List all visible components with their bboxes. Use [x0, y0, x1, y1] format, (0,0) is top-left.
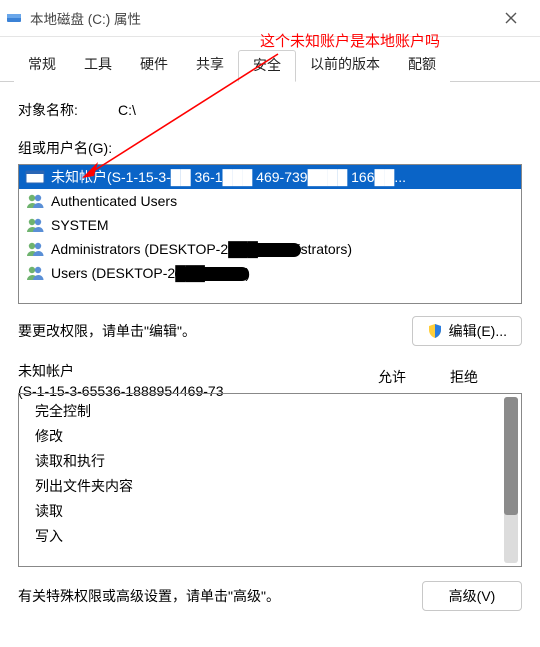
window-title: 本地磁盘 (C:) 属性	[30, 8, 141, 28]
tab-general[interactable]: 常规	[14, 50, 70, 82]
groups-list[interactable]: 未知帐户(S-1-15-3-██ 36-1███ 469-739████ 166…	[18, 164, 522, 304]
edit-button-label: 编辑(E)...	[449, 321, 507, 341]
permission-row: 读取	[35, 498, 521, 523]
drive-icon	[6, 10, 22, 26]
close-button[interactable]	[488, 3, 534, 33]
list-item-label: Administrators (DESKTOP-2███Administrato…	[51, 241, 352, 257]
edit-button[interactable]: 编辑(E)...	[412, 316, 522, 346]
deny-column: 拒绝	[428, 367, 500, 387]
list-item-label: Users (DESKTOP-2███\Users)	[51, 265, 250, 281]
permission-row: 读取和执行	[35, 448, 521, 473]
object-name-value: C:\	[118, 102, 136, 118]
tab-hardware[interactable]: 硬件	[126, 50, 182, 82]
advanced-button-label: 高级(V)	[449, 586, 496, 606]
list-item-label: Authenticated Users	[51, 193, 177, 209]
security-page: 对象名称: C:\ 组或用户名(G): 未知帐户(S-1-15-3-██ 36-…	[0, 82, 540, 611]
allow-column: 允许	[356, 367, 428, 387]
tab-sharing[interactable]: 共享	[182, 50, 238, 82]
list-item-label: SYSTEM	[51, 217, 109, 233]
permission-row: 完全控制	[35, 398, 521, 423]
tab-previous[interactable]: 以前的版本	[296, 50, 394, 82]
permissions-list[interactable]: 完全控制 修改 读取和执行 列出文件夹内容 读取 写入	[18, 393, 522, 567]
list-item-label: 未知帐户(S-1-15-3-██ 36-1███ 469-739████ 166…	[51, 167, 406, 187]
edit-hint: 要更改权限，请单击"编辑"。	[18, 321, 196, 341]
list-item[interactable]: Authenticated Users	[19, 189, 521, 213]
tab-quota[interactable]: 配额	[394, 50, 450, 82]
shield-icon	[427, 323, 443, 339]
advanced-button[interactable]: 高级(V)	[422, 581, 522, 611]
list-item[interactable]: Administrators (DESKTOP-2███Administrato…	[19, 237, 521, 261]
scrollbar-thumb[interactable]	[504, 397, 518, 515]
permission-row: 修改	[35, 423, 521, 448]
permission-row: 写入	[35, 523, 521, 548]
tab-security[interactable]: 安全	[238, 50, 296, 82]
list-item[interactable]: SYSTEM	[19, 213, 521, 237]
unknown-account-icon	[25, 168, 45, 186]
users-icon	[25, 240, 45, 258]
groups-label: 组或用户名(G):	[18, 138, 112, 158]
list-item[interactable]: 未知帐户(S-1-15-3-██ 36-1███ 469-739████ 166…	[19, 165, 521, 189]
list-item[interactable]: Users (DESKTOP-2███\Users)	[19, 261, 521, 285]
users-icon	[25, 192, 45, 210]
permissions-header: 允许 拒绝	[18, 367, 522, 387]
users-icon	[25, 264, 45, 282]
advanced-hint: 有关特殊权限或高级设置，请单击"高级"。	[18, 586, 280, 606]
tab-strip: 常规 工具 硬件 共享 安全 以前的版本 配额	[0, 37, 540, 82]
object-name-label: 对象名称:	[18, 100, 118, 120]
title-bar: 本地磁盘 (C:) 属性	[0, 0, 540, 37]
users-icon	[25, 216, 45, 234]
permission-row: 列出文件夹内容	[35, 473, 521, 498]
tab-tools[interactable]: 工具	[70, 50, 126, 82]
